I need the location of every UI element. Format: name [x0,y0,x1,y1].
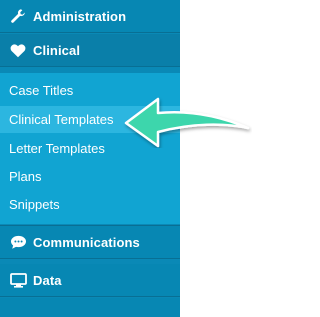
sidebar-section-administration[interactable]: Administration [0,0,180,33]
sidebar-item-label: Case Titles [9,83,74,98]
sidebar-item-label: Clinical Templates [9,112,114,127]
sidebar-item-snippets[interactable]: Snippets [0,191,180,218]
sidebar-section-communications[interactable]: Communications [0,226,180,259]
sidebar-bottom [0,298,180,317]
pointer-arrow-icon [124,97,250,148]
heart-icon [9,41,27,59]
sidebar-item-label: Snippets [9,197,60,212]
monitor-icon [9,271,27,289]
sidebar-item-label: Letter Templates [9,141,105,156]
sidebar-section-data[interactable]: Data [0,264,180,297]
sidebar-section-label: Communications [33,234,140,250]
sidebar-item-label: Plans [9,169,42,184]
wrench-icon [9,7,27,25]
chat-bubble-icon [9,233,27,251]
sidebar-section-clinical[interactable]: Clinical [0,34,180,67]
sidebar-item-plans[interactable]: Plans [0,163,180,190]
sidebar-section-label: Administration [33,8,127,24]
sidebar-nav: Administration Clinical Case Titles Clin… [0,0,180,317]
sidebar-section-label: Data [33,272,62,288]
sidebar-section-label: Clinical [33,42,81,58]
